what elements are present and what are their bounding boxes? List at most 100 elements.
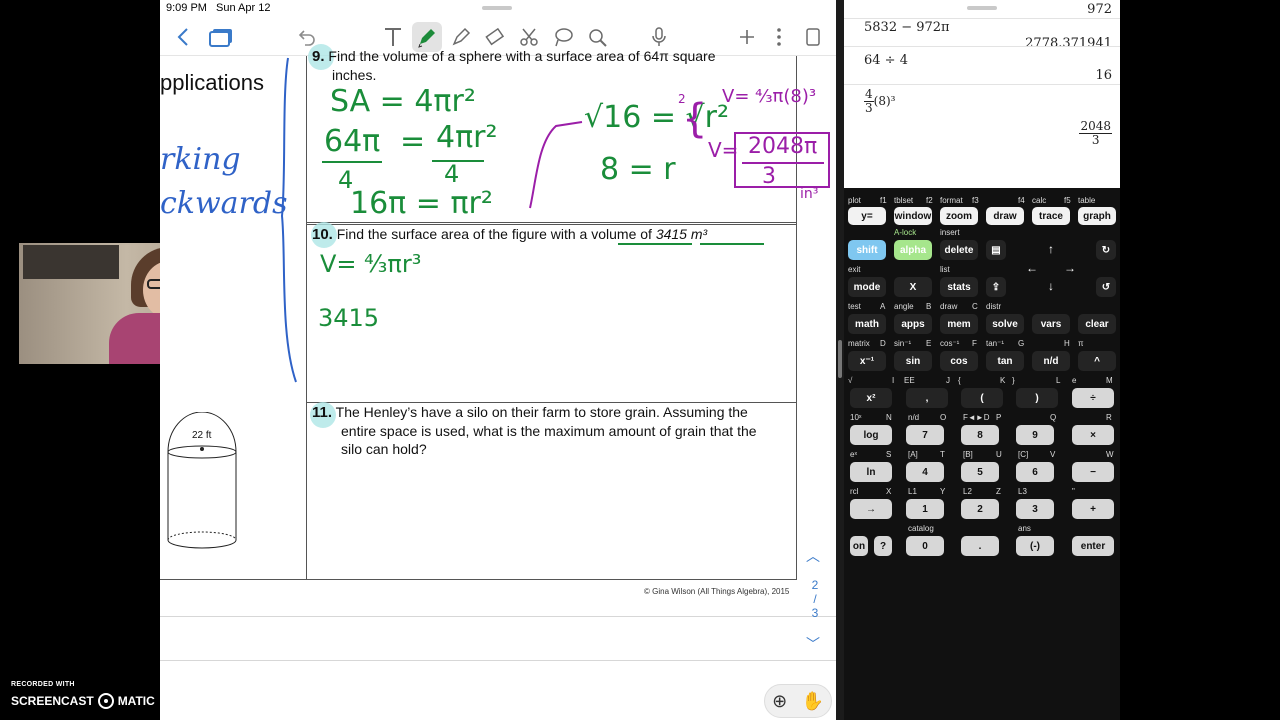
key-9[interactable]: 9: [1016, 425, 1054, 445]
split-handle[interactable]: [838, 340, 842, 378]
key-sin[interactable]: sin: [894, 351, 932, 371]
question-value: 3415 m³: [655, 226, 708, 242]
arrow-left-icon[interactable]: ←: [1023, 259, 1041, 277]
page-bottom-border: [160, 579, 797, 580]
key-vars[interactable]: vars: [1032, 314, 1070, 334]
row-divider: [306, 222, 797, 223]
hw-underline: [700, 243, 764, 245]
key-negative[interactable]: (-): [1016, 536, 1054, 556]
book-icon[interactable]: ▤: [986, 240, 1006, 260]
key-power[interactable]: ^: [1078, 351, 1116, 371]
hw-volume-formula: V= ⁴⁄₃πr³: [320, 250, 422, 278]
key-square[interactable]: x²: [850, 388, 892, 408]
key-shift[interactable]: shift: [848, 240, 886, 260]
key-6[interactable]: 6: [1016, 462, 1054, 482]
hw-numerator-left: 64π: [324, 124, 381, 159]
history-expr: 4 3 (8)³: [864, 87, 896, 115]
question-text: entire space is used, what is the maximu…: [341, 423, 757, 439]
hw-solve-r: 8 = r: [600, 152, 676, 187]
key-help[interactable]: ?: [874, 536, 892, 556]
key-n-over-d[interactable]: n/d: [1032, 351, 1070, 371]
key-7[interactable]: 7: [906, 425, 944, 445]
key-stats[interactable]: stats: [940, 277, 978, 297]
key-alpha[interactable]: alpha: [894, 240, 932, 260]
key-graph[interactable]: graph: [1078, 207, 1116, 225]
key-trace[interactable]: trace: [1032, 207, 1070, 225]
key-on[interactable]: on: [850, 536, 868, 556]
key-y-equals[interactable]: y=: [848, 207, 886, 225]
fraction-bar: [742, 162, 824, 164]
key-mode[interactable]: mode: [848, 277, 886, 297]
key-0[interactable]: 0: [906, 536, 944, 556]
question-text: Find the volume of a sphere with a surfa…: [328, 48, 716, 64]
key-cos[interactable]: cos: [940, 351, 978, 371]
key-reciprocal[interactable]: x⁻¹: [848, 351, 886, 371]
recorder-label: RECORDED WITH: [11, 681, 75, 688]
arrow-right-icon[interactable]: →: [1061, 259, 1079, 277]
key-apps[interactable]: apps: [894, 314, 932, 334]
key-multiply[interactable]: ×: [1072, 425, 1114, 445]
hw-connector: [529, 121, 583, 209]
pages-icon[interactable]: [206, 22, 236, 52]
question-text: silo can hold?: [341, 441, 427, 457]
key-1[interactable]: 1: [906, 499, 944, 519]
arrow-up-icon[interactable]: ↑: [1042, 240, 1060, 258]
history-expr: 64 ÷ 4: [864, 53, 908, 68]
history-result: 2048 3: [1079, 119, 1112, 147]
key-delete[interactable]: delete: [940, 240, 978, 260]
key-divide[interactable]: ÷: [1072, 388, 1114, 408]
key-clear[interactable]: clear: [1078, 314, 1116, 334]
key-8[interactable]: 8: [961, 425, 999, 445]
key-zoom[interactable]: zoom: [940, 207, 978, 225]
hand-icon[interactable]: ✋: [801, 691, 823, 712]
key-solve[interactable]: solve: [986, 314, 1024, 334]
question-text: inches.: [332, 67, 377, 83]
hw-sa-formula: SA = 4πr²: [330, 84, 476, 119]
side-word-1: rking: [160, 142, 241, 177]
question-11: 11. The Henley’s have a silo on their fa…: [312, 403, 792, 458]
key-enter[interactable]: enter: [1072, 536, 1114, 556]
key-ln[interactable]: ln: [850, 462, 892, 482]
key-log[interactable]: log: [850, 425, 892, 445]
chevron-up-icon[interactable]: ︿: [806, 546, 820, 566]
key-plus[interactable]: +: [1072, 499, 1114, 519]
split-view-divider[interactable]: [836, 0, 844, 720]
page-gap-line: [160, 616, 836, 617]
zoom-in-icon[interactable]: ⊕: [772, 691, 787, 712]
key-2[interactable]: 2: [961, 499, 999, 519]
key-math[interactable]: math: [848, 314, 886, 334]
hw-reduced: 16π = πr²: [350, 186, 493, 221]
calculator-history: 972 5832 − 972π 2778.371941 64 ÷ 4 16 43…: [844, 0, 1120, 188]
brace-mark: [280, 57, 297, 383]
key-window[interactable]: window: [894, 207, 932, 225]
question-9: 9. Find the volume of a sphere with a su…: [312, 47, 792, 84]
multitask-handle[interactable]: [967, 6, 997, 10]
key-tan[interactable]: tan: [986, 351, 1024, 371]
page-current: 2: [811, 578, 819, 592]
record-icon: [97, 693, 114, 709]
key-3[interactable]: 3: [1016, 499, 1054, 519]
chevron-left-icon[interactable]: [168, 22, 198, 52]
key-comma[interactable]: ,: [906, 388, 948, 408]
multitask-handle[interactable]: [482, 6, 512, 10]
share-icon[interactable]: ⇪: [986, 277, 1006, 297]
key-x[interactable]: X: [894, 277, 932, 297]
side-word-2: ckwards: [160, 186, 288, 221]
key-open-paren[interactable]: (: [961, 388, 1003, 408]
key-draw[interactable]: draw: [986, 207, 1024, 225]
key-minus[interactable]: −: [1072, 462, 1114, 482]
key-5[interactable]: 5: [961, 462, 999, 482]
page-icon[interactable]: [798, 22, 828, 52]
redo-icon[interactable]: ↻: [1096, 240, 1116, 260]
key-store[interactable]: →: [850, 499, 892, 519]
key-4[interactable]: 4: [906, 462, 944, 482]
arrow-down-icon[interactable]: ↓: [1042, 277, 1060, 295]
notes-app: 9:09 PM Sun Apr 12 pplications rking ckw…: [160, 0, 836, 720]
key-close-paren[interactable]: ): [1016, 388, 1058, 408]
status-bar: 9:09 PM Sun Apr 12: [160, 0, 836, 16]
key-decimal[interactable]: .: [961, 536, 999, 556]
chevron-down-icon[interactable]: ﹀: [806, 634, 820, 654]
undo-icon[interactable]: ↺: [1096, 277, 1116, 297]
key-mem[interactable]: mem: [940, 314, 978, 334]
status-date: Sun Apr 12: [216, 2, 271, 14]
